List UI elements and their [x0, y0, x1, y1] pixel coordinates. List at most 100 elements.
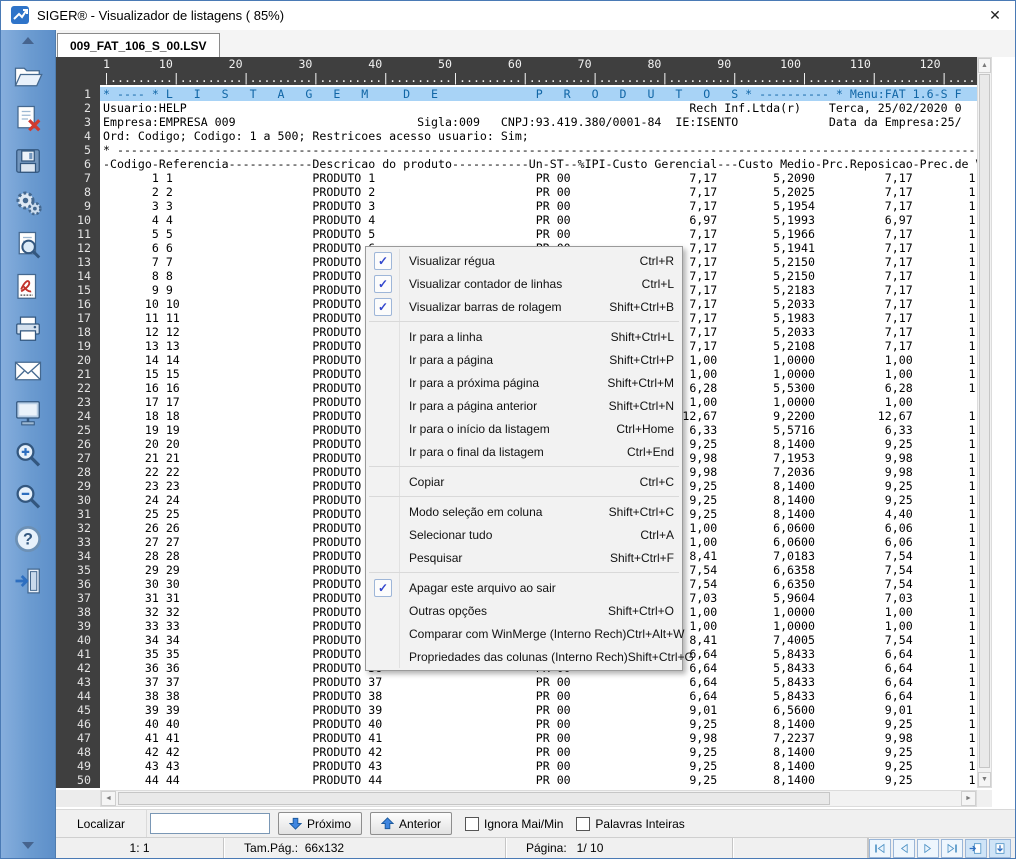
- menu-item-shortcut: Ctrl+C: [640, 475, 674, 489]
- vertical-scroll-thumb[interactable]: [979, 74, 990, 768]
- close-icon[interactable]: ✕: [984, 5, 1006, 25]
- save-icon[interactable]: [13, 146, 43, 176]
- menu-separator: [366, 463, 682, 470]
- tab-listing-file[interactable]: 009_FAT_106_S_00.LSV: [57, 33, 220, 57]
- menu-item-shortcut: Shift+Ctrl+P: [609, 353, 674, 367]
- status-page-size: Tam.Pág.: 66x132: [224, 838, 506, 858]
- first-page-button[interactable]: [869, 839, 891, 858]
- horizontal-scrollbar[interactable]: ◄ ►: [100, 790, 977, 807]
- checkmark-icon: ✓: [366, 275, 400, 293]
- menu-item-copiar[interactable]: CopiarCtrl+C: [366, 470, 682, 493]
- line-number: 48: [56, 745, 100, 759]
- line-number: 41: [56, 647, 100, 661]
- line-number: 11: [56, 227, 100, 241]
- line-number: 36: [56, 577, 100, 591]
- listing-line: 1 1 PRODUTO 1 PR 00 7,17 5,2090 7,17 1: [100, 171, 977, 185]
- line-number: 21: [56, 367, 100, 381]
- menu-item-visualizar-barras[interactable]: ✓Visualizar barras de rolagemShift+Ctrl+…: [366, 295, 682, 318]
- search-input[interactable]: [150, 813, 270, 834]
- preview-icon[interactable]: [13, 230, 43, 260]
- app-logo-icon: [11, 6, 29, 24]
- scroll-up-arrow-icon[interactable]: ▲: [978, 58, 991, 73]
- line-number: 24: [56, 409, 100, 423]
- last-page-button[interactable]: [941, 839, 963, 858]
- menu-item-outras-opcoes[interactable]: Outras opçõesShift+Ctrl+O: [366, 599, 682, 622]
- menu-item-comparar-winmerge[interactable]: Comparar com WinMerge (Interno Rech)Ctrl…: [366, 622, 682, 645]
- vertical-scrollbar[interactable]: ▲ ▼: [977, 57, 992, 788]
- line-number: 50: [56, 773, 100, 787]
- exit-icon[interactable]: [13, 566, 43, 596]
- menu-item-apagar-arquivo-sair[interactable]: ✓Apagar este arquivo ao sair: [366, 576, 682, 599]
- menu-item-visualizar-contador[interactable]: ✓Visualizar contador de linhasCtrl+L: [366, 272, 682, 295]
- pdf-icon[interactable]: [13, 272, 43, 302]
- toolbar-sidebar: ?: [1, 30, 56, 858]
- sidebar-scroll-down-icon[interactable]: [22, 842, 34, 849]
- settings-icon[interactable]: [13, 188, 43, 218]
- menu-item-modo-selecao-coluna[interactable]: Modo seleção em colunaShift+Ctrl+C: [366, 500, 682, 523]
- scroll-down-arrow-icon[interactable]: ▼: [978, 772, 991, 787]
- screen-icon[interactable]: [13, 398, 43, 428]
- menu-item-ir-final-listagem[interactable]: Ir para o final da listagemCtrl+End: [366, 440, 682, 463]
- line-number: 37: [56, 591, 100, 605]
- line-number: 32: [56, 521, 100, 535]
- line-number: 5: [56, 143, 100, 157]
- checkbox-icon: [465, 817, 479, 831]
- menu-item-ir-proxima-pagina[interactable]: Ir para a próxima páginaShift+Ctrl+M: [366, 371, 682, 394]
- delete-file-icon[interactable]: [13, 104, 43, 134]
- ignore-case-label: Ignora Mai/Min: [484, 817, 563, 831]
- menu-item-label: Ir para o início da listagem: [400, 422, 550, 436]
- search-bar: Localizar Próximo Anterior Ignora Mai/Mi…: [56, 809, 1015, 837]
- export-page-button[interactable]: [989, 839, 1011, 858]
- menu-item-selecionar-tudo[interactable]: Selecionar tudoCtrl+A: [366, 523, 682, 546]
- status-empty-cell: [733, 838, 868, 858]
- email-icon[interactable]: [13, 356, 43, 386]
- menu-item-visualizar-regua[interactable]: ✓Visualizar réguaCtrl+R: [366, 249, 682, 272]
- listing-line: 43 43 PRODUTO 43 PR 00 9,25 8,1400 9,25 …: [100, 759, 977, 773]
- line-number: 26: [56, 437, 100, 451]
- scrollbar-corner-left: [56, 790, 100, 807]
- listing-line: Usuario:HELP Rech Inf.Ltda(r) Terca, 25/…: [100, 101, 977, 115]
- menu-item-shortcut: Shift+Ctrl+L: [611, 330, 674, 344]
- menu-item-label: Visualizar barras de rolagem: [400, 300, 562, 314]
- whole-words-checkbox[interactable]: Palavras Inteiras: [576, 817, 684, 831]
- menu-item-ir-inicio-listagem[interactable]: Ir para o início da listagemCtrl+Home: [366, 417, 682, 440]
- ignore-case-checkbox[interactable]: Ignora Mai/Min: [465, 817, 563, 831]
- line-number: 25: [56, 423, 100, 437]
- status-nav-cell: [869, 838, 1015, 858]
- context-menu: ✓Visualizar réguaCtrl+R✓Visualizar conta…: [365, 246, 683, 671]
- title-bar: SIGER® - Visualizador de listagens ( 85%…: [1, 0, 1015, 30]
- line-number: 33: [56, 535, 100, 549]
- checkmark-icon: ✓: [366, 579, 400, 597]
- sidebar-scroll-up-icon[interactable]: [22, 37, 34, 44]
- help-icon[interactable]: ?: [13, 524, 43, 554]
- arrow-up-icon: [381, 817, 394, 830]
- print-icon[interactable]: [13, 314, 43, 344]
- scroll-left-arrow-icon[interactable]: ◄: [101, 791, 116, 806]
- ruler-corner: [56, 57, 100, 85]
- find-previous-label: Anterior: [399, 817, 441, 831]
- menu-item-ir-pagina[interactable]: Ir para a páginaShift+Ctrl+P: [366, 348, 682, 371]
- menu-item-ir-linha[interactable]: Ir para a linhaShift+Ctrl+L: [366, 325, 682, 348]
- menu-item-shortcut: Shift+Ctrl+B: [609, 300, 674, 314]
- scroll-right-arrow-icon[interactable]: ►: [961, 791, 976, 806]
- find-next-button[interactable]: Próximo: [278, 812, 362, 835]
- menu-item-pesquisar[interactable]: PesquisarShift+Ctrl+F: [366, 546, 682, 569]
- menu-separator: [366, 318, 682, 325]
- horizontal-scroll-thumb[interactable]: [118, 792, 830, 805]
- listing-line-selected: * ---- * L I S T A G E M D E P R O D U T…: [100, 87, 977, 101]
- zoom-in-icon[interactable]: [13, 440, 43, 470]
- window-title: SIGER® - Visualizador de listagens ( 85%…: [37, 8, 284, 23]
- line-number: 18: [56, 325, 100, 339]
- zoom-out-icon[interactable]: [13, 482, 43, 512]
- find-previous-button[interactable]: Anterior: [370, 812, 452, 835]
- menu-item-ir-pagina-anterior[interactable]: Ir para a página anteriorShift+Ctrl+N: [366, 394, 682, 417]
- next-page-button[interactable]: [917, 839, 939, 858]
- previous-page-button[interactable]: [893, 839, 915, 858]
- open-file-icon[interactable]: [13, 62, 43, 92]
- menu-separator: [366, 493, 682, 500]
- menu-item-propriedades-colunas[interactable]: Propriedades das colunas (Interno Rech)S…: [366, 645, 682, 668]
- line-number: 38: [56, 605, 100, 619]
- menu-item-label: Ir para o final da listagem: [400, 445, 544, 459]
- line-number: 6: [56, 157, 100, 171]
- go-to-page-button[interactable]: [965, 839, 987, 858]
